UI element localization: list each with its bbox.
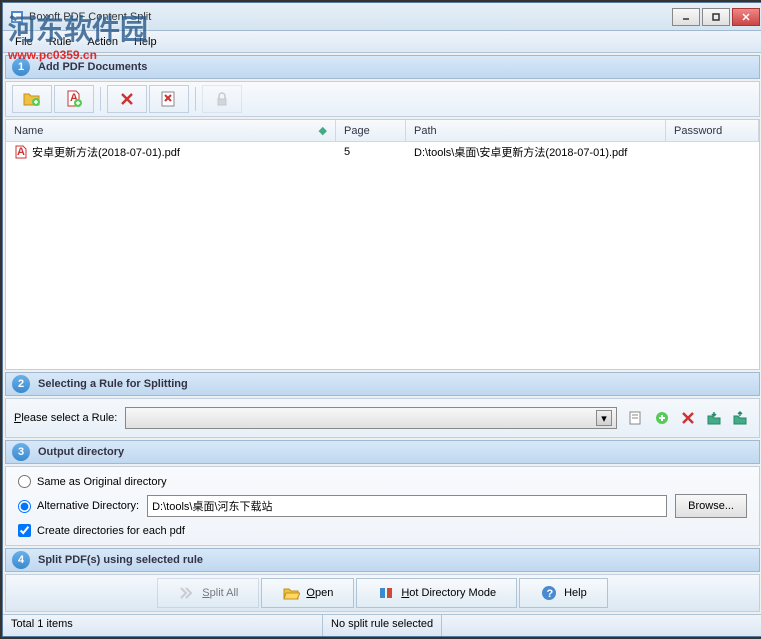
minimize-button[interactable] bbox=[672, 8, 700, 26]
hot-dir-icon bbox=[377, 584, 395, 602]
lock-button[interactable] bbox=[202, 85, 242, 113]
split-icon bbox=[178, 584, 196, 602]
export-rule-button[interactable] bbox=[729, 407, 751, 429]
label-same-dir[interactable]: Same as Original directory bbox=[37, 476, 167, 488]
col-path[interactable]: Path bbox=[406, 120, 666, 141]
menubar: File Rule Action Help bbox=[3, 31, 761, 53]
close-button[interactable] bbox=[732, 8, 760, 26]
create-dirs-checkbox[interactable] bbox=[18, 524, 31, 537]
maximize-button[interactable] bbox=[702, 8, 730, 26]
file-list: Name ◆ Page Path Password A 安卓更新方法(2018-… bbox=[5, 119, 760, 370]
radio-same-dir[interactable] bbox=[18, 475, 31, 488]
status-total: Total 1 items bbox=[3, 615, 323, 636]
import-rule-button[interactable] bbox=[703, 407, 725, 429]
folder-open-icon bbox=[282, 584, 300, 602]
rule-dropdown[interactable]: ▾ bbox=[125, 407, 617, 429]
delete-rule-button[interactable] bbox=[677, 407, 699, 429]
content-area: 1 Add PDF Documents A Name ◆ Page Path P… bbox=[3, 53, 761, 614]
alt-dir-input[interactable] bbox=[147, 495, 667, 517]
pdf-icon: A bbox=[14, 145, 28, 159]
list-header: Name ◆ Page Path Password bbox=[6, 120, 759, 142]
col-name[interactable]: Name ◆ bbox=[6, 120, 336, 141]
radio-alt-dir[interactable] bbox=[18, 500, 31, 513]
cell-password bbox=[666, 150, 759, 154]
separator bbox=[195, 87, 196, 111]
table-row[interactable]: A 安卓更新方法(2018-07-01).pdf 5 D:\tools\桌面\安… bbox=[6, 142, 759, 162]
rule-panel: Please select a Rule: ▾ bbox=[5, 398, 760, 438]
status-rule: No split rule selected bbox=[323, 615, 442, 636]
edit-rule-button[interactable] bbox=[625, 407, 647, 429]
section4-title: Split PDF(s) using selected rule bbox=[38, 554, 203, 566]
menu-rule[interactable]: Rule bbox=[41, 34, 80, 50]
rule-label: Please select a Rule: bbox=[14, 412, 117, 424]
open-button[interactable]: Open bbox=[261, 578, 354, 608]
section3-title: Output directory bbox=[38, 446, 124, 458]
section3-num: 3 bbox=[12, 443, 30, 461]
cell-path: D:\tools\桌面\安卓更新方法(2018-07-01).pdf bbox=[406, 142, 666, 162]
col-page[interactable]: Page bbox=[336, 120, 406, 141]
chevron-down-icon: ▾ bbox=[596, 410, 612, 426]
output-panel: Same as Original directory Alternative D… bbox=[5, 466, 760, 546]
app-icon bbox=[9, 9, 25, 25]
titlebar: Boxoft PDF Content Split bbox=[3, 3, 761, 31]
app-window: 河东软件园 www.pc0359.cn Boxoft PDF Content S… bbox=[2, 2, 761, 637]
section2-title: Selecting a Rule for Splitting bbox=[38, 378, 188, 390]
add-file-button[interactable]: A bbox=[54, 85, 94, 113]
cell-name: A 安卓更新方法(2018-07-01).pdf bbox=[6, 142, 336, 162]
window-title: Boxoft PDF Content Split bbox=[29, 11, 672, 23]
menu-file[interactable]: File bbox=[7, 34, 41, 50]
svg-text:A: A bbox=[17, 146, 25, 158]
section1-title: Add PDF Documents bbox=[38, 61, 147, 73]
section3-header: 3 Output directory bbox=[5, 440, 760, 464]
label-alt-dir[interactable]: Alternative Directory: bbox=[37, 500, 139, 512]
toolbar: A bbox=[5, 81, 760, 117]
clear-button[interactable] bbox=[149, 85, 189, 113]
section4-num: 4 bbox=[12, 551, 30, 569]
help-icon: ? bbox=[540, 584, 558, 602]
sort-icon: ◆ bbox=[319, 124, 327, 137]
browse-button[interactable]: Browse... bbox=[675, 494, 747, 518]
svg-text:?: ? bbox=[547, 588, 554, 600]
hot-directory-button[interactable]: Hot Directory Mode bbox=[356, 578, 517, 608]
delete-button[interactable] bbox=[107, 85, 147, 113]
split-all-button[interactable]: Split All bbox=[157, 578, 259, 608]
section4-header: 4 Split PDF(s) using selected rule bbox=[5, 548, 760, 572]
list-body[interactable]: A 安卓更新方法(2018-07-01).pdf 5 D:\tools\桌面\安… bbox=[6, 142, 759, 369]
add-rule-button[interactable] bbox=[651, 407, 673, 429]
action-bar: Split All Open Hot Directory Mode ? Help bbox=[5, 574, 760, 612]
menu-help[interactable]: Help bbox=[126, 34, 165, 50]
separator bbox=[100, 87, 101, 111]
section1-header: 1 Add PDF Documents bbox=[5, 55, 760, 79]
section2-num: 2 bbox=[12, 375, 30, 393]
label-create-dirs[interactable]: Create directories for each pdf bbox=[37, 525, 185, 537]
menu-action[interactable]: Action bbox=[79, 34, 126, 50]
status-bar: Total 1 items No split rule selected bbox=[3, 614, 761, 636]
col-password[interactable]: Password bbox=[666, 120, 759, 141]
section2-header: 2 Selecting a Rule for Splitting bbox=[5, 372, 760, 396]
section1-num: 1 bbox=[12, 58, 30, 76]
help-button[interactable]: ? Help bbox=[519, 578, 608, 608]
add-folder-button[interactable] bbox=[12, 85, 52, 113]
cell-page: 5 bbox=[336, 144, 406, 160]
